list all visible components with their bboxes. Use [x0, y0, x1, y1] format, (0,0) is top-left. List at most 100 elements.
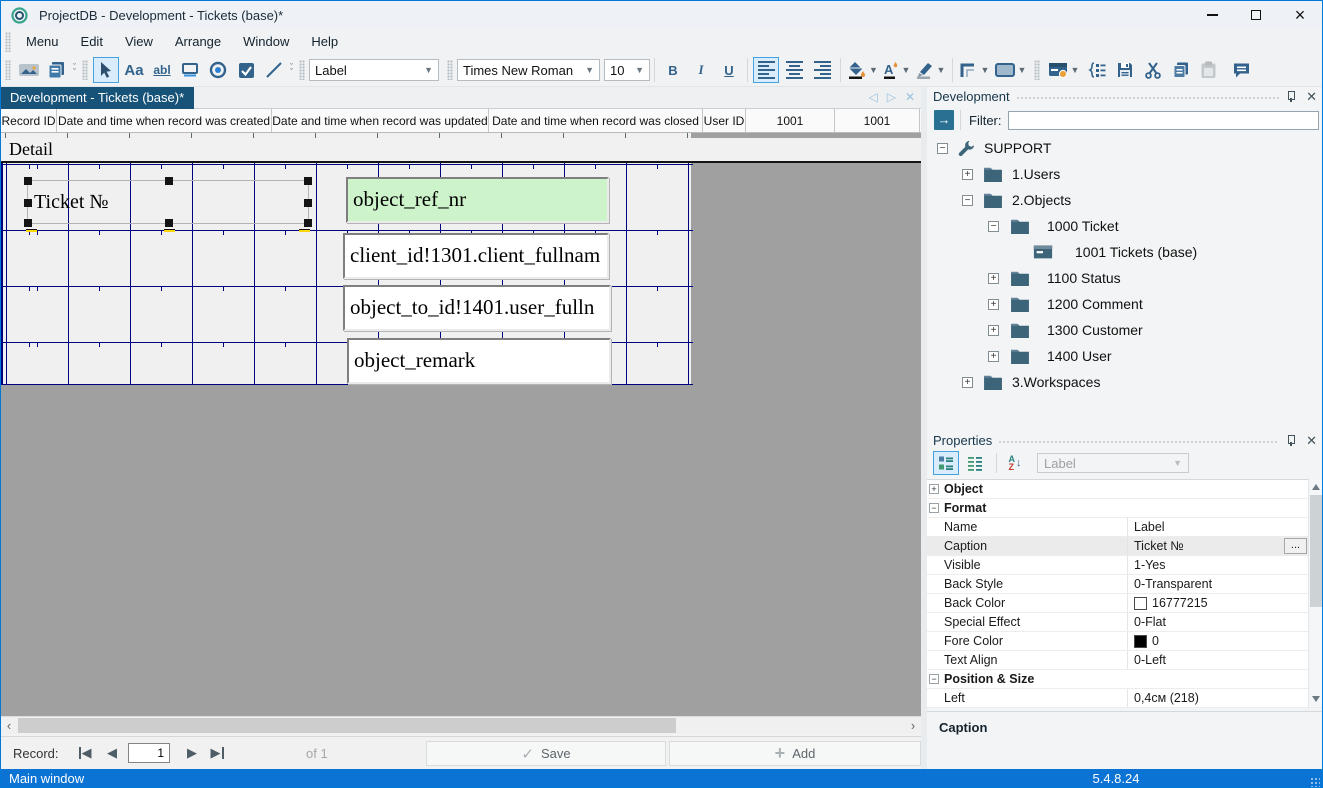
scroll-right-icon[interactable]: ›: [905, 717, 921, 735]
pin-icon[interactable]: [1285, 435, 1296, 446]
toolbar-grip[interactable]: [299, 60, 305, 80]
tab-scroll-back-icon[interactable]: ◁: [868, 90, 877, 104]
resize-handle[interactable]: [304, 199, 312, 207]
tab-scroll-forward-icon[interactable]: ▷: [887, 90, 896, 104]
property-row-left[interactable]: Left 0,4см (218): [927, 689, 1323, 708]
combobox-tool-button[interactable]: [177, 57, 203, 83]
expander-icon[interactable]: −: [988, 221, 999, 232]
report-preview-button[interactable]: [16, 57, 42, 83]
menu-help[interactable]: Help: [300, 31, 349, 52]
field-client-id[interactable]: client_id!1301.client_fullnam: [343, 233, 609, 279]
close-panel-icon[interactable]: ✕: [1306, 435, 1317, 446]
copy-button[interactable]: [1168, 57, 1194, 83]
align-right-button[interactable]: [809, 57, 835, 83]
menu-edit[interactable]: Edit: [70, 31, 114, 52]
resize-handle[interactable]: [304, 219, 312, 227]
save-button[interactable]: [1112, 57, 1138, 83]
expander-icon[interactable]: −: [962, 195, 973, 206]
scrollbar-thumb[interactable]: [18, 718, 676, 733]
field-object-remark[interactable]: object_remark: [347, 338, 611, 384]
previous-record-button[interactable]: ◀: [100, 743, 124, 763]
maximize-button[interactable]: [1234, 1, 1278, 29]
menu-view[interactable]: View: [114, 31, 164, 52]
bold-button[interactable]: B: [660, 57, 686, 83]
header-cell-updated[interactable]: Date and time when record was updated: [272, 109, 489, 132]
highlight-color-button[interactable]: ▼: [915, 57, 947, 83]
alphabetical-view-button[interactable]: [962, 451, 988, 475]
fill-color-button[interactable]: ▼: [846, 57, 879, 83]
filter-input[interactable]: [1008, 111, 1320, 130]
font-color-button[interactable]: A ▼: [881, 57, 913, 83]
tree-item-objects[interactable]: − 2.Objects: [927, 187, 1323, 213]
tab-close-icon[interactable]: ✕: [905, 90, 915, 104]
toolbar-grip[interactable]: [82, 60, 88, 80]
control-selector-combo[interactable]: Label▼: [309, 59, 439, 81]
resize-handle[interactable]: [304, 177, 312, 185]
property-row-text-align[interactable]: Text Align 0-Left: [927, 651, 1323, 670]
form-properties-button[interactable]: ▼: [1046, 57, 1082, 83]
expander-icon[interactable]: +: [988, 325, 999, 336]
label-ticket-no[interactable]: Ticket №: [27, 180, 309, 224]
resize-handle[interactable]: [24, 219, 32, 227]
tree-item-1000-ticket[interactable]: − 1000 Ticket: [927, 213, 1323, 239]
toolbar-overflow-icon[interactable]: ˇˇ: [290, 65, 293, 75]
header-cell-user-id[interactable]: User ID: [703, 109, 746, 132]
toolbar-grip[interactable]: [447, 60, 453, 80]
property-row-caption[interactable]: Caption Ticket № ...: [927, 537, 1323, 556]
ellipsis-editor-button[interactable]: ...: [1284, 538, 1307, 554]
label-tool-button[interactable]: Aa: [121, 57, 147, 83]
comment-button[interactable]: [1229, 57, 1255, 83]
toolbar-overflow-icon[interactable]: ˇˇ: [73, 65, 76, 75]
font-size-combo[interactable]: 10▼: [604, 59, 650, 81]
toolbar-grip[interactable]: [5, 32, 11, 52]
expander-icon[interactable]: −: [929, 503, 939, 513]
resize-handle[interactable]: [165, 219, 173, 227]
tree-item-1200-comment[interactable]: + 1200 Comment: [927, 291, 1323, 317]
tree-item-users[interactable]: + 1.Users: [927, 161, 1323, 187]
textbox-tool-button[interactable]: abl: [149, 57, 175, 83]
header-cell-value-1[interactable]: 1001: [746, 109, 835, 132]
tab-development-tickets[interactable]: Development - Tickets (base)*: [1, 87, 194, 109]
add-record-button[interactable]: + Add: [669, 741, 921, 766]
expander-icon[interactable]: −: [937, 143, 948, 154]
close-button[interactable]: ×: [1278, 1, 1322, 29]
select-cursor-tool[interactable]: [93, 57, 119, 83]
line-tool-button[interactable]: [261, 57, 287, 83]
align-left-button[interactable]: [753, 57, 779, 83]
record-number-input[interactable]: [128, 743, 170, 763]
resize-grip-icon[interactable]: [1310, 777, 1320, 787]
scroll-down-icon[interactable]: [1312, 696, 1320, 702]
toolbar-grip[interactable]: [1034, 60, 1040, 80]
property-object-selector[interactable]: Label▼: [1037, 453, 1189, 473]
expander-icon[interactable]: −: [929, 674, 939, 684]
font-name-combo[interactable]: Times New Roman▼: [457, 59, 600, 81]
toolbar-grip[interactable]: [5, 60, 11, 80]
field-object-ref-nr[interactable]: object_ref_nr: [346, 177, 609, 223]
minimize-button[interactable]: [1190, 1, 1234, 29]
checkbox-tool-button[interactable]: [233, 57, 259, 83]
align-center-button[interactable]: [781, 57, 807, 83]
tree-item-1001-tickets-base[interactable]: 1001 Tickets (base): [927, 239, 1323, 265]
header-cell-closed[interactable]: Date and time when record was closed: [489, 109, 703, 132]
save-record-button[interactable]: ✓ Save: [426, 741, 666, 766]
menu-arrange[interactable]: Arrange: [164, 31, 232, 52]
menu-window[interactable]: Window: [232, 31, 300, 52]
properties-scrollbar[interactable]: [1308, 479, 1323, 707]
cut-button[interactable]: [1140, 57, 1166, 83]
tree-item-1300-customer[interactable]: + 1300 Customer: [927, 317, 1323, 343]
menu-menu[interactable]: Menu: [15, 31, 70, 52]
radio-tool-button[interactable]: [205, 57, 231, 83]
property-category-position-size[interactable]: − Position & Size: [927, 670, 1323, 689]
property-row-special-effect[interactable]: Special Effect 0-Flat: [927, 613, 1323, 632]
property-row-name[interactable]: Name Label: [927, 518, 1323, 537]
scroll-left-icon[interactable]: ‹: [1, 717, 17, 735]
tree-item-1400-user[interactable]: + 1400 User: [927, 343, 1323, 369]
property-category-format[interactable]: − Format: [927, 499, 1323, 518]
border-style-button[interactable]: ▼: [958, 57, 992, 83]
pin-icon[interactable]: [1285, 91, 1296, 102]
field-list-button[interactable]: [1084, 57, 1110, 83]
underline-button[interactable]: U: [716, 57, 742, 83]
designer-canvas[interactable]: Ticket № object_ref_nr: [1, 163, 921, 716]
forms-stack-button[interactable]: [44, 57, 70, 83]
next-record-button[interactable]: ▶: [180, 743, 204, 763]
